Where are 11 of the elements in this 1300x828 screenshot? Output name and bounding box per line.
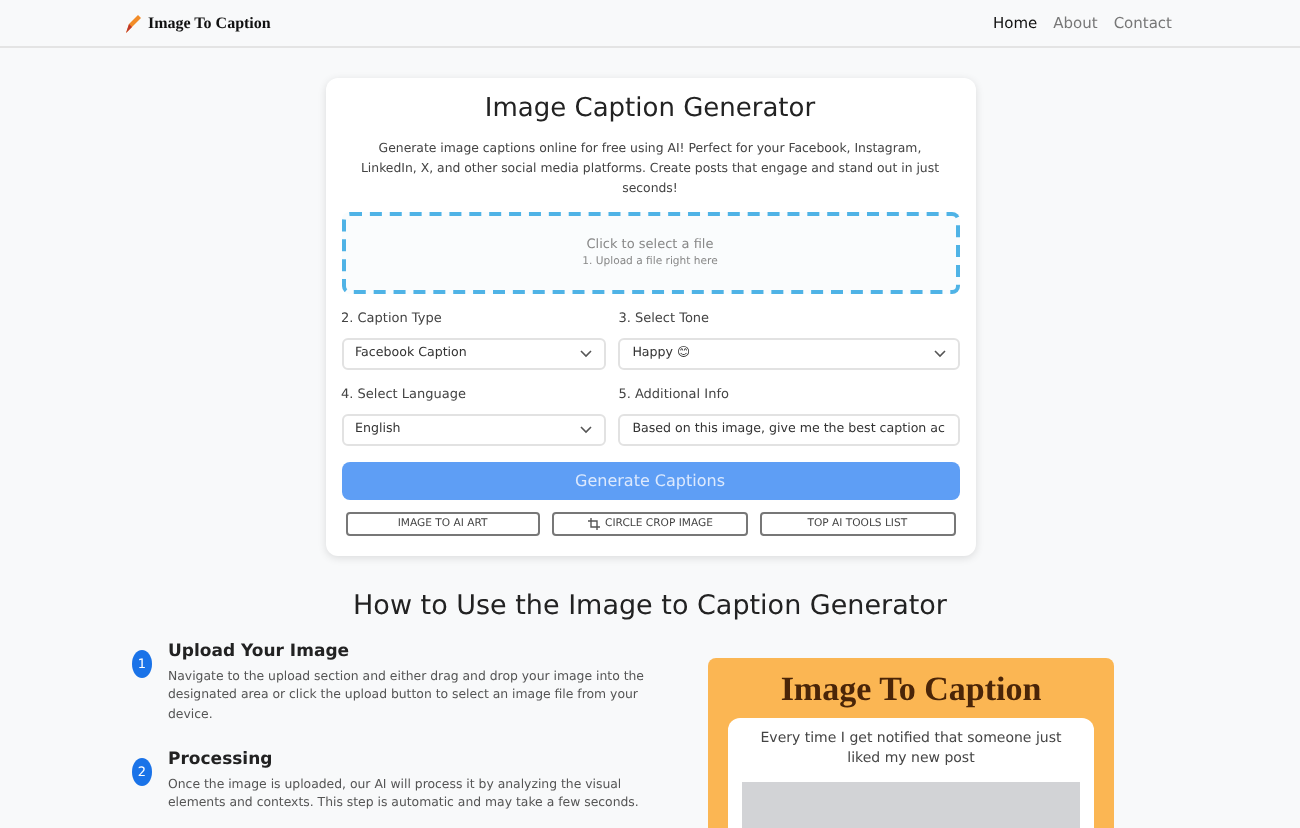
section-heading: How to Use the Image to Caption Generator [351, 589, 949, 622]
card-title: Image Caption Generator [482, 94, 818, 124]
step-title: Upload Your Image [168, 641, 352, 662]
chevron-icon [580, 425, 593, 434]
pencil-icon [124, 13, 142, 33]
logo-text[interactable]: Image To Caption [148, 14, 271, 32]
preview-title: Image To Caption [778, 669, 1044, 710]
crop-icon [587, 517, 600, 530]
chevron-icon [933, 349, 945, 358]
step-title: Processing [168, 749, 275, 770]
chevron-icon [580, 349, 593, 358]
